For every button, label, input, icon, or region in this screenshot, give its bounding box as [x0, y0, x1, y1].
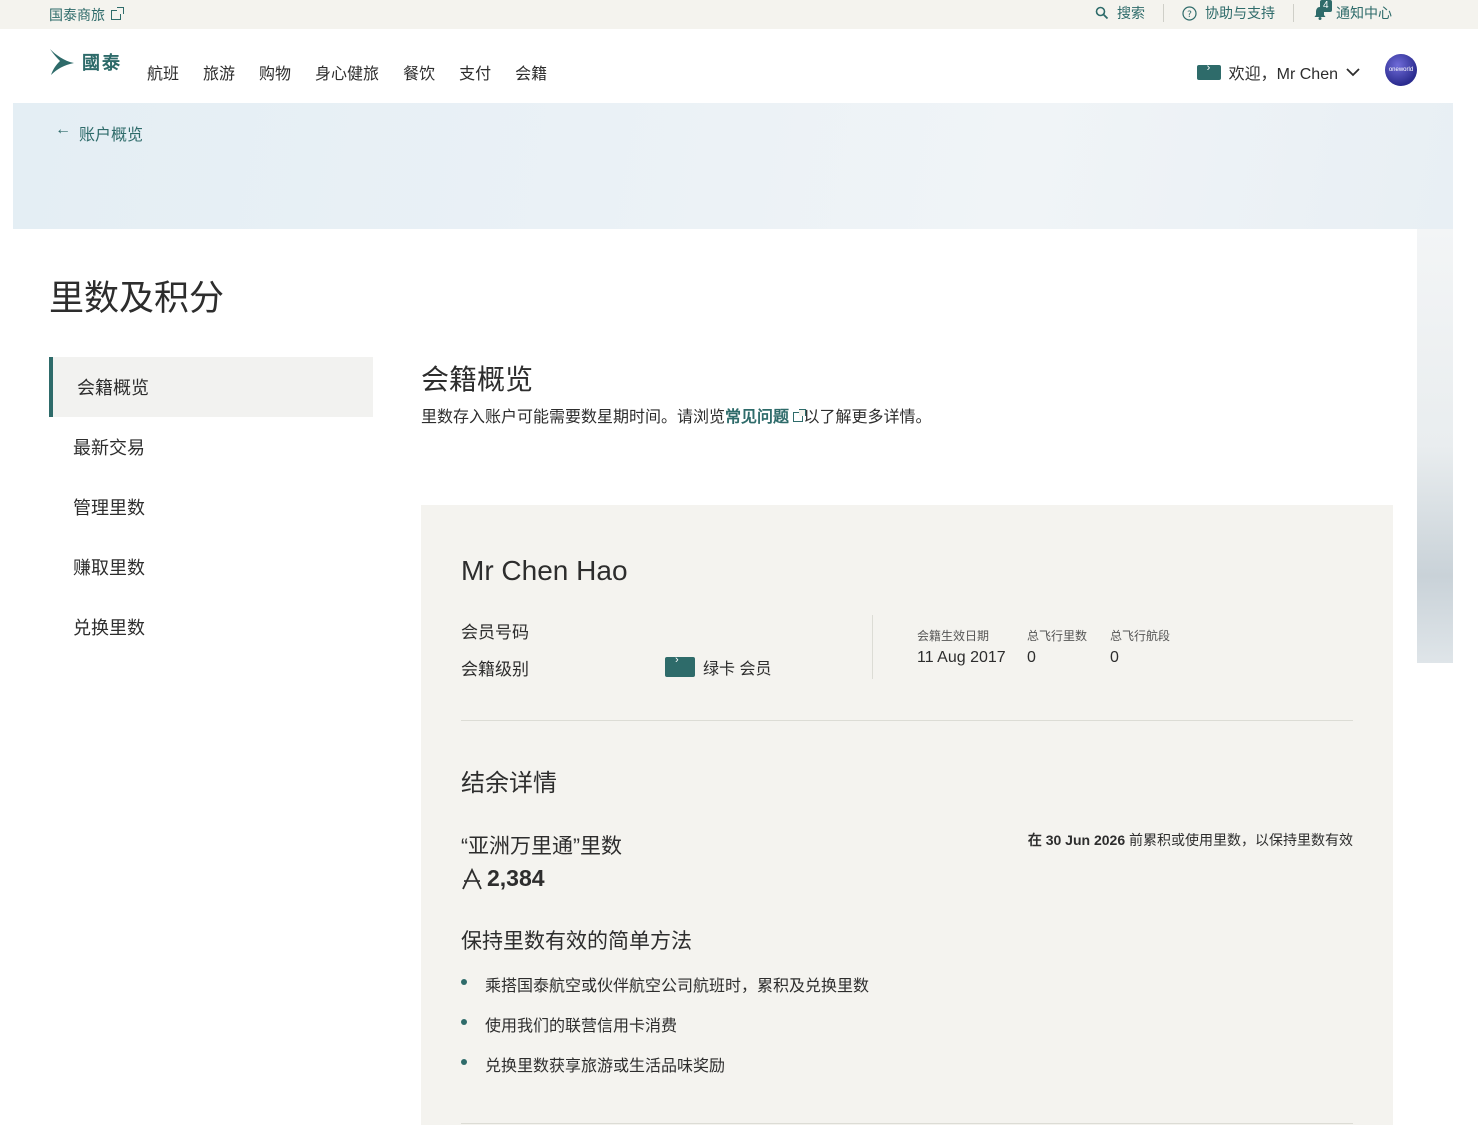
sidebar-item-earn-miles[interactable]: 赚取里数 [49, 537, 373, 597]
tips-list: 乘搭国泰航空或伙伴航空公司航班时，累积及兑换里数 使用我们的联营信用卡消费 兑换… [461, 972, 869, 1092]
logo[interactable]: 國泰 [48, 47, 122, 77]
nav-item-flights[interactable]: 航班 [147, 60, 179, 84]
intro-after: 以了解更多详情。 [803, 409, 932, 426]
stat-label: 总飞行里数 [1027, 629, 1088, 643]
oneworld-logo: oneworld [1385, 54, 1417, 86]
sidebar-item-label: 赚取里数 [73, 558, 145, 578]
main-nav: 國泰 航班 旅游 购物 身心健旅 餐饮 支付 会籍 欢迎，Mr Chen one… [0, 29, 1478, 103]
expiry-suffix: 前累积或使用里数，以保持里数有效 [1129, 832, 1353, 848]
sidebar-item-redeem-miles[interactable]: 兑换里数 [49, 597, 373, 657]
help-link[interactable]: ? 协助与支持 [1164, 3, 1293, 23]
nav-menu: 航班 旅游 购物 身心健旅 餐饮 支付 会籍 [147, 60, 571, 84]
sidebar-item-overview[interactable]: 会籍概览 [49, 357, 373, 417]
faq-link[interactable]: 常见问题 [725, 409, 807, 426]
stat-member-since: 会籍生效日期 11 Aug 2017 [917, 627, 1006, 667]
back-link[interactable]: ← 账户概览 [55, 121, 143, 145]
green-card-icon [665, 654, 695, 677]
expiry-prefix: 在 [1027, 832, 1042, 848]
arrow-left-icon: ← [55, 121, 71, 138]
expiry-note: 在 30 Jun 2026 前累积或使用里数，以保持里数有效 [1028, 830, 1353, 850]
list-item: 乘搭国泰航空或伙伴航空公司航班时，累积及兑换里数 [461, 972, 869, 1012]
sidebar-item-label: 管理里数 [73, 498, 145, 518]
nav-item-payment[interactable]: 支付 [459, 60, 491, 84]
bullet-icon [461, 1059, 467, 1065]
faq-link-label: 常见问题 [725, 409, 790, 426]
stat-label: 总飞行航段 [1110, 629, 1171, 643]
stat-total-miles: 总飞行里数 0 [1027, 627, 1087, 667]
business-link[interactable]: 国泰商旅 [49, 5, 124, 25]
notification-badge: 4 [1320, 0, 1332, 12]
miles-balance: 2,384 [461, 865, 545, 892]
back-link-label: 账户概览 [79, 127, 144, 144]
sidebar-item-label: 兑换里数 [73, 618, 145, 638]
tip-text: 乘搭国泰航空或伙伴航空公司航班时，累积及兑换里数 [485, 978, 870, 995]
tier-label: 会籍级别 [461, 660, 529, 679]
divider [461, 1123, 1353, 1124]
tip-text: 使用我们的联营信用卡消费 [485, 1018, 678, 1035]
stat-label: 会籍生效日期 [917, 629, 990, 643]
tier-value-label: 绿卡 会员 [703, 661, 772, 678]
stat-value: 11 Aug 2017 [917, 649, 1006, 666]
sidebar-item-manage-miles[interactable]: 管理里数 [49, 477, 373, 537]
search-link[interactable]: 搜索 [1077, 3, 1163, 23]
tier-value: 绿卡 会员 [665, 654, 772, 679]
business-link-label: 国泰商旅 [49, 7, 105, 23]
stat-value: 0 [1110, 649, 1119, 666]
expiry-date: 30 Jun 2026 [1045, 832, 1126, 848]
member-name: Mr Chen Hao [461, 555, 628, 586]
sidebar-item-label: 最新交易 [73, 438, 145, 458]
asia-miles-icon [462, 867, 482, 889]
balance-title: 结余详情 [461, 770, 557, 797]
account-menu[interactable]: 欢迎，Mr Chen [1196, 60, 1360, 84]
search-label: 搜索 [1117, 5, 1145, 21]
search-icon [1095, 6, 1109, 20]
member-number-label: 会员号码 [461, 623, 529, 642]
tips-title: 保持里数有效的简单方法 [461, 930, 692, 953]
stat-total-sectors: 总飞行航段 0 [1110, 627, 1170, 667]
help-label: 协助与支持 [1205, 5, 1275, 21]
divider [461, 720, 1353, 721]
bullet-icon [461, 1019, 467, 1025]
notification-link[interactable]: 4 通知中心 [1294, 0, 1410, 23]
section-title: 会籍概览 [421, 364, 534, 395]
hero-banner: ← 账户概览 [13, 103, 1453, 229]
page-title: 里数及积分 [49, 279, 225, 318]
nav-item-travel[interactable]: 旅游 [203, 60, 235, 84]
miles-label: “亚洲万里通”里数 [461, 835, 622, 858]
decorative-strip [1417, 229, 1453, 663]
oneworld-label: oneworld [1388, 67, 1414, 73]
bullet-icon [461, 979, 467, 985]
external-link-icon [111, 7, 124, 20]
nav-item-membership[interactable]: 会籍 [515, 60, 547, 84]
brushwing-logo-icon [50, 49, 74, 75]
welcome-text: 欢迎，Mr Chen [1228, 66, 1338, 83]
sidebar-item-transactions[interactable]: 最新交易 [49, 417, 373, 477]
help-icon: ? [1182, 5, 1197, 21]
sidebar: 会籍概览 最新交易 管理里数 赚取里数 兑换里数 [49, 357, 373, 657]
tip-text: 兑换里数获享旅游或生活品味奖励 [485, 1058, 726, 1075]
sidebar-item-label: 会籍概览 [77, 378, 149, 398]
membership-panel: Mr Chen Hao 会员号码 会籍级别 绿卡 会员 会籍生效日期 11 Au… [421, 505, 1393, 1125]
chevron-down-icon [1346, 68, 1360, 77]
miles-value: 2,384 [487, 865, 545, 891]
utility-bar: 国泰商旅 搜索 ? 协助与支持 4 通知中心 [0, 0, 1478, 29]
svg-text:?: ? [1187, 10, 1192, 20]
stat-value: 0 [1027, 649, 1036, 666]
list-item: 兑换里数获享旅游或生活品味奖励 [461, 1052, 869, 1092]
nav-item-shopping[interactable]: 购物 [259, 60, 291, 84]
intro-text: 里数存入账户可能需要数星期时间。请浏览常见问题 以了解更多详情。 [421, 403, 932, 427]
notification-label: 通知中心 [1336, 5, 1392, 21]
nav-item-dining[interactable]: 餐饮 [403, 60, 435, 84]
list-item: 使用我们的联营信用卡消费 [461, 1012, 869, 1052]
divider [872, 615, 873, 679]
logo-text: 國泰 [82, 53, 122, 73]
bell-icon: 4 [1312, 0, 1332, 21]
external-link-icon [793, 409, 807, 422]
green-card-icon [1196, 62, 1221, 80]
intro-before: 里数存入账户可能需要数星期时间。请浏览 [421, 409, 726, 426]
nav-item-wellness[interactable]: 身心健旅 [315, 60, 379, 84]
